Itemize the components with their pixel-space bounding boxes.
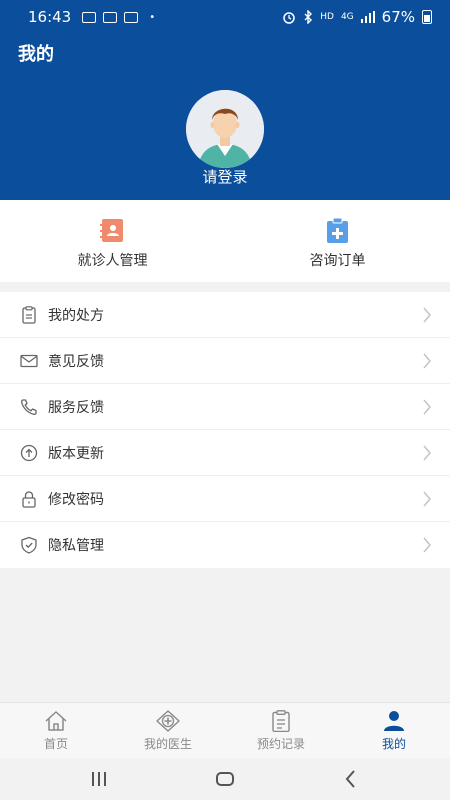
tab-mine[interactable]: 我的	[338, 703, 450, 759]
tab-appointment-records[interactable]: 预约记录	[225, 703, 337, 759]
quick-actions: 就诊人管理 咨询订单	[0, 200, 450, 282]
menu-label-feedback: 意见反馈	[48, 353, 104, 370]
menu-item-version-update[interactable]: 版本更新	[0, 430, 450, 476]
medical-cross-icon	[156, 710, 180, 732]
patient-management-label: 就诊人管理	[77, 253, 148, 269]
page-title: 我的	[18, 44, 54, 65]
menu-item-feedback[interactable]: 意见反馈	[0, 338, 450, 384]
chevron-right-icon	[423, 445, 431, 461]
shield-check-icon	[21, 536, 37, 554]
bottom-tab-bar: 首页 我的医生 预约记录 我的	[0, 702, 450, 758]
gallery-notification-icon	[82, 11, 97, 23]
tab-label-home: 首页	[43, 737, 68, 751]
menu-label-prescriptions: 我的处方	[48, 307, 104, 324]
phone-icon	[21, 399, 37, 415]
tab-home[interactable]: 首页	[0, 703, 112, 759]
bluetooth-icon	[304, 10, 313, 24]
patient-management-button[interactable]: 就诊人管理	[0, 200, 225, 282]
home-icon	[45, 711, 67, 731]
chevron-right-icon	[423, 307, 431, 323]
lock-icon	[22, 491, 36, 508]
settings-menu: 我的处方 意见反馈 服务反馈 版本更新 修改密码 隐私管理	[0, 292, 450, 568]
app-notification-icon	[103, 11, 118, 23]
more-notifications-dot: •	[149, 11, 156, 23]
menu-item-privacy[interactable]: 隐私管理	[0, 522, 450, 568]
clipboard-plus-icon	[327, 218, 348, 243]
tab-label-mine: 我的	[381, 737, 406, 751]
tab-my-doctor[interactable]: 我的医生	[112, 703, 224, 759]
login-link[interactable]: 请登录	[0, 166, 450, 187]
chevron-right-icon	[423, 399, 431, 415]
recent-apps-icon[interactable]	[88, 768, 110, 790]
status-bar: 16:43 • HD 4G 67%	[0, 0, 450, 34]
clipboard-list-icon	[272, 710, 290, 732]
back-icon[interactable]	[340, 768, 362, 790]
profile-header: 我的 请登录	[0, 34, 450, 200]
hd-label: HD	[320, 12, 334, 22]
status-time: 16:43	[28, 8, 72, 26]
chevron-right-icon	[423, 353, 431, 369]
network-label: 4G	[340, 12, 354, 22]
consult-orders-button[interactable]: 咨询订单	[225, 200, 450, 282]
paw-notification-icon	[124, 11, 139, 23]
signal-icon	[360, 11, 375, 23]
chevron-right-icon	[423, 491, 431, 507]
system-nav-bar	[0, 758, 450, 800]
menu-item-change-password[interactable]: 修改密码	[0, 476, 450, 522]
avatar[interactable]	[186, 90, 264, 168]
menu-item-prescriptions[interactable]: 我的处方	[0, 292, 450, 338]
patient-card-icon	[100, 219, 123, 242]
alarm-icon	[283, 12, 295, 24]
consult-orders-label: 咨询订单	[309, 253, 366, 269]
chevron-right-icon	[423, 537, 431, 553]
user-icon	[384, 711, 404, 731]
menu-label-version-update: 版本更新	[48, 445, 104, 462]
menu-label-change-password: 修改密码	[48, 491, 104, 508]
tab-label-appointment-records: 预约记录	[256, 737, 305, 751]
envelope-icon	[20, 354, 38, 368]
tab-label-my-doctor: 我的医生	[143, 737, 192, 751]
menu-label-privacy: 隐私管理	[48, 538, 104, 554]
menu-label-service-feedback: 服务反馈	[48, 399, 104, 416]
doctor-avatar-icon	[186, 90, 264, 168]
battery-icon	[422, 10, 432, 24]
battery-percent: 67%	[381, 8, 415, 26]
clipboard-icon	[22, 306, 36, 324]
menu-item-service-feedback[interactable]: 服务反馈	[0, 384, 450, 430]
home-button-icon[interactable]	[214, 768, 236, 790]
upload-circle-icon	[20, 444, 38, 462]
